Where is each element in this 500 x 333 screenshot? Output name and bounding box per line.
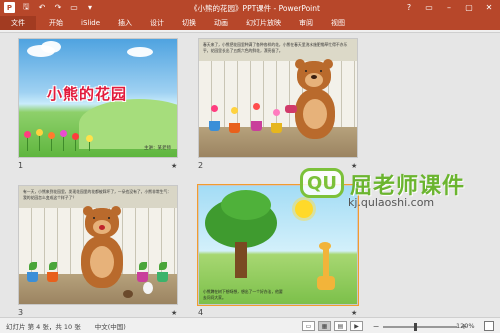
bear-eye (93, 217, 95, 219)
zoom-thumb[interactable] (414, 322, 418, 331)
start-slideshow-icon[interactable]: ▭ (69, 3, 79, 13)
giraffe-head (319, 242, 331, 250)
flower-shape (273, 109, 280, 116)
plant-leaf (159, 262, 167, 270)
bear-belly (90, 246, 114, 278)
flower-shape (253, 103, 260, 110)
slide-number-3: 3 (18, 308, 24, 317)
view-buttons: ▭ ▦ ▤ ▶ (302, 321, 363, 331)
watermark: QU 屈老师课件 kj.qulaoshi.com (300, 168, 490, 218)
fit-to-window-icon[interactable] (484, 321, 494, 331)
flower-pot (137, 272, 148, 282)
title-bar: P 🖫 ↶ ↷ ▭ ▾ 《小熊的花园》PPT课件 - PowerPoint ? … (0, 0, 500, 16)
tab-transitions[interactable]: 切换 (173, 16, 205, 30)
cloud-shape (41, 41, 61, 53)
language-status[interactable]: 中文(中国) (95, 321, 126, 331)
tab-file[interactable]: 文件 (0, 16, 36, 30)
flower-shape (24, 131, 31, 138)
cloud-shape (127, 47, 153, 57)
animation-star-icon: ★ (171, 162, 178, 170)
tab-islide[interactable]: iSlide (72, 16, 109, 30)
watermark-logo: QU (300, 168, 344, 198)
plant-leaf (29, 262, 37, 270)
slide-thumbnail-3[interactable]: 有一天，小熊来到花园里，发现花园里的花都被踩坏了，一朵也没有了，小熊非常生气：我… (18, 185, 178, 305)
watering-can (285, 105, 297, 113)
close-button[interactable]: ✕ (480, 1, 498, 14)
powerpoint-logo-icon: P (4, 2, 15, 13)
slide-count-status: 幻灯片 第 4 张，共 10 张 (6, 322, 81, 331)
bear-eye (108, 217, 110, 219)
zoom-out-button[interactable]: − (372, 322, 380, 331)
zoom-level[interactable]: 120% (456, 322, 475, 330)
flower-shape (86, 135, 93, 142)
tab-design[interactable]: 设计 (141, 16, 173, 30)
tree-crown (221, 190, 271, 220)
flower-pot (271, 123, 282, 133)
status-bar: 幻灯片 第 4 张，共 10 张 中文(中国) ▭ ▦ ▤ ▶ − + 120% (0, 317, 500, 333)
hedgehog-shape (123, 290, 133, 298)
quick-access-toolbar: P 🖫 ↶ ↷ ▭ ▾ (4, 2, 95, 13)
flower-pot (27, 272, 38, 282)
plant-leaf (139, 262, 147, 270)
tab-view[interactable]: 视图 (322, 16, 354, 30)
undo-icon[interactable]: ↶ (37, 3, 47, 13)
window-title: 《小熊的花园》PPT课件 - PowerPoint (190, 4, 320, 13)
flower-shape (231, 107, 238, 114)
slideshow-view-icon[interactable]: ▶ (350, 321, 363, 331)
flower-shape (211, 105, 218, 112)
flower-pot (157, 272, 168, 282)
tab-home[interactable]: 开始 (40, 16, 72, 30)
flower-shape (36, 129, 43, 136)
flower-shape (60, 130, 67, 137)
bear-eye (320, 70, 322, 72)
watermark-url: kj.qulaoshi.com (348, 196, 435, 209)
tab-review[interactable]: 审阅 (290, 16, 322, 30)
customize-icon[interactable]: ▾ (85, 3, 95, 13)
slide-caption: 春天来了，小熊把花园里种满了各种各样的花，小熊在春天里浇水施肥锄草忙得不亦乐乎，… (203, 42, 348, 53)
slide-number-2: 2 (198, 161, 204, 170)
giraffe-neck (323, 246, 329, 280)
window-controls: ? ▭ – ▢ ✕ (400, 1, 498, 14)
bear-mouth (99, 225, 105, 230)
slide-caption: 有一天，小熊来到花园里，发现花园里的花都被踩坏了，一朵也没有了，小熊非常生气：我… (23, 189, 172, 200)
slide-title: 小熊的花园 (47, 85, 128, 103)
slide-sorter-view-icon[interactable]: ▦ (318, 321, 331, 331)
flower-shape (48, 132, 55, 139)
minimize-button[interactable]: – (440, 1, 458, 14)
tab-slideshow[interactable]: 幻灯片放映 (237, 16, 290, 30)
zoom-track[interactable] (383, 322, 457, 331)
animation-star-icon: ★ (171, 309, 178, 317)
slide-author: 主讲：某老师 (144, 146, 171, 151)
slide-thumbnail-2[interactable]: 春天来了，小熊把花园里种满了各种各样的花，小熊在春天里浇水施肥锄草忙得不亦乐乎，… (198, 38, 358, 158)
rabbit-shape (143, 282, 153, 294)
save-icon[interactable]: 🖫 (21, 2, 31, 13)
bear-belly (303, 99, 327, 129)
redo-icon[interactable]: ↷ (53, 3, 63, 13)
flower-pot (209, 121, 220, 131)
plant-leaf (49, 262, 57, 270)
slide-caption: 小熊蹲在树下想呀想，想出了一个好办法，他要去问问大家。 (203, 289, 283, 300)
ribbon-tabs: 文件 开始 iSlide 插入 设计 切换 动画 幻灯片放映 审阅 视图 (0, 16, 500, 30)
zoom-slider[interactable]: − + (372, 322, 468, 331)
help-button[interactable]: ? (400, 1, 418, 14)
animation-star-icon: ★ (351, 309, 358, 317)
bear-eye (305, 70, 307, 72)
maximize-button[interactable]: ▢ (460, 1, 478, 14)
normal-view-icon[interactable]: ▭ (302, 321, 315, 331)
slide-thumbnail-1[interactable]: 小熊的花园 主讲：某老师 (18, 38, 178, 158)
tab-insert[interactable]: 插入 (109, 16, 141, 30)
ribbon-display-button[interactable]: ▭ (420, 1, 438, 14)
giraffe-body (317, 276, 335, 290)
reading-view-icon[interactable]: ▤ (334, 321, 347, 331)
flower-pot (47, 272, 58, 282)
slide-number-1: 1 (18, 161, 24, 170)
bear-nose (311, 75, 317, 79)
flower-pot (251, 121, 262, 131)
flower-shape (72, 133, 79, 140)
flower-pot (229, 123, 240, 133)
tree-trunk (235, 242, 247, 278)
tab-animations[interactable]: 动画 (205, 16, 237, 30)
hill-shape (79, 99, 177, 149)
slide-number-4: 4 (198, 308, 204, 317)
